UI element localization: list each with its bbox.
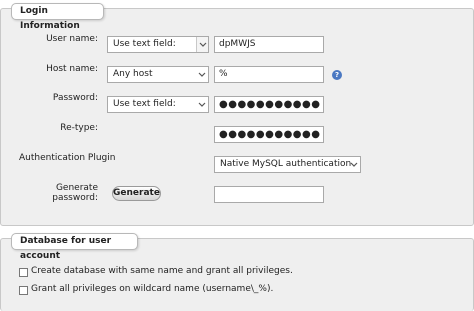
- password-input[interactable]: ●●●●●●●●●●●: [214, 96, 324, 113]
- retype-label: Re-type:: [60, 123, 98, 133]
- grant-wildcard-label: Grant all privileges on wildcard name (u…: [31, 284, 274, 294]
- help-circle-icon[interactable]: ?: [332, 70, 342, 80]
- create-database-checkbox[interactable]: [19, 268, 28, 277]
- login-information-legend: Login Information: [11, 3, 104, 31]
- user-name-mode-value: Use text field:: [113, 39, 176, 49]
- generated-password-input[interactable]: [214, 186, 324, 203]
- host-name-input[interactable]: %: [214, 66, 324, 83]
- create-database-label: Create database with same name and grant…: [31, 266, 293, 276]
- auth-plugin-label: Authentication Plugin: [19, 153, 116, 163]
- grant-wildcard-checkbox[interactable]: [19, 286, 28, 295]
- password-mode-value: Use text field:: [113, 99, 176, 109]
- host-name-mode-select[interactable]: Any host: [107, 66, 209, 83]
- chevron-down-icon: [196, 67, 208, 82]
- user-name-input[interactable]: dpMWJS: [214, 36, 324, 53]
- host-name-label: Host name:: [46, 64, 98, 74]
- chevron-down-icon: [196, 97, 208, 112]
- auth-plugin-select[interactable]: Native MySQL authentication: [214, 156, 361, 173]
- password-mode-select[interactable]: Use text field:: [107, 96, 209, 113]
- auth-plugin-value: Native MySQL authentication: [220, 159, 352, 169]
- password-label: Password:: [52, 93, 98, 103]
- generate-button[interactable]: Generate: [112, 186, 161, 201]
- chevron-down-icon: [348, 157, 360, 172]
- user-name-mode-select[interactable]: Use text field:: [107, 36, 209, 53]
- generate-password-label: Generate password:: [52, 183, 98, 203]
- host-name-mode-value: Any host: [113, 69, 153, 79]
- chevron-down-icon: [196, 37, 208, 52]
- retype-password-input[interactable]: ●●●●●●●●●●●: [214, 126, 324, 143]
- user-name-label: User name:: [46, 34, 98, 44]
- database-for-user-legend: Database for user account: [11, 233, 138, 261]
